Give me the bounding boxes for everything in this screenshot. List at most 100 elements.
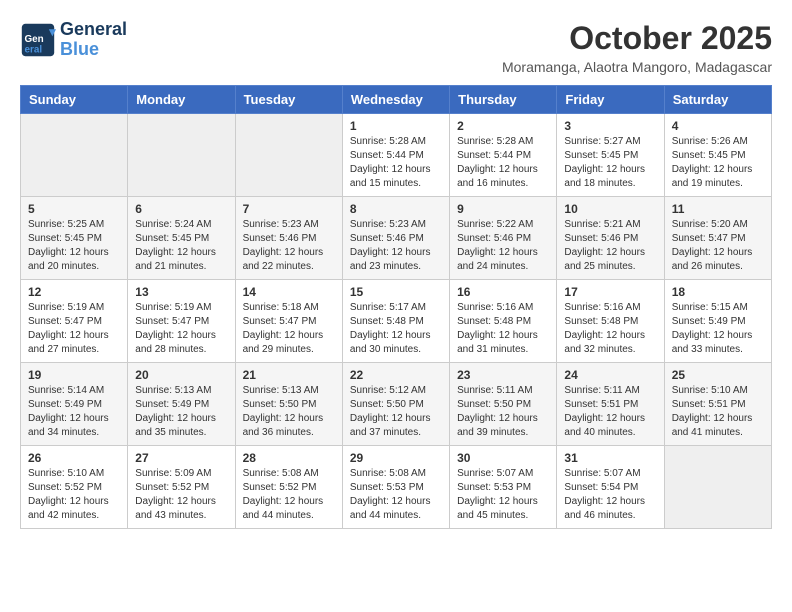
calendar-cell: 27 Sunrise: 5:09 AM Sunset: 5:52 PM Dayli…: [128, 446, 235, 529]
day-info: Sunrise: 5:08 AM Sunset: 5:53 PM Dayligh…: [350, 467, 442, 523]
day-info: Sunrise: 5:21 AM Sunset: 5:46 PM Dayligh…: [564, 218, 656, 274]
calendar-cell: 30 Sunrise: 5:07 AM Sunset: 5:53 PM Dayli…: [450, 446, 557, 529]
day-info: Sunrise: 5:24 AM Sunset: 5:45 PM Dayligh…: [135, 218, 227, 274]
day-number: 2: [457, 119, 549, 133]
logo-line2: Blue: [60, 40, 127, 60]
day-number: 3: [564, 119, 656, 133]
day-info: Sunrise: 5:20 AM Sunset: 5:47 PM Dayligh…: [672, 218, 764, 274]
calendar-cell: 7 Sunrise: 5:23 AM Sunset: 5:46 PM Daylig…: [235, 197, 342, 280]
day-info: Sunrise: 5:13 AM Sunset: 5:49 PM Dayligh…: [135, 384, 227, 440]
logo: Gen eral General Blue: [20, 20, 127, 60]
day-number: 27: [135, 451, 227, 465]
day-info: Sunrise: 5:13 AM Sunset: 5:50 PM Dayligh…: [243, 384, 335, 440]
calendar-week-4: 19 Sunrise: 5:14 AM Sunset: 5:49 PM Dayli…: [21, 363, 772, 446]
day-number: 16: [457, 285, 549, 299]
weekday-header-wednesday: Wednesday: [342, 86, 449, 114]
weekday-header-sunday: Sunday: [21, 86, 128, 114]
day-number: 18: [672, 285, 764, 299]
calendar-body: 1 Sunrise: 5:28 AM Sunset: 5:44 PM Daylig…: [21, 114, 772, 529]
weekday-header-monday: Monday: [128, 86, 235, 114]
calendar-week-2: 5Sunrise: 5:25 AM Sunset: 5:45 PM Daylig…: [21, 197, 772, 280]
day-number: 22: [350, 368, 442, 382]
calendar-cell: 12Sunrise: 5:19 AM Sunset: 5:47 PM Dayli…: [21, 280, 128, 363]
calendar-cell: [664, 446, 771, 529]
calendar-cell: 11 Sunrise: 5:20 AM Sunset: 5:47 PM Dayli…: [664, 197, 771, 280]
calendar-cell: 16Sunrise: 5:16 AM Sunset: 5:48 PM Dayli…: [450, 280, 557, 363]
day-info: Sunrise: 5:14 AM Sunset: 5:49 PM Dayligh…: [28, 384, 120, 440]
weekday-header-tuesday: Tuesday: [235, 86, 342, 114]
day-info: Sunrise: 5:19 AM Sunset: 5:47 PM Dayligh…: [28, 301, 120, 357]
day-info: Sunrise: 5:26 AM Sunset: 5:45 PM Dayligh…: [672, 135, 764, 191]
day-info: Sunrise: 5:10 AM Sunset: 5:51 PM Dayligh…: [672, 384, 764, 440]
weekday-header-saturday: Saturday: [664, 86, 771, 114]
calendar-cell: 31Sunrise: 5:07 AM Sunset: 5:54 PM Dayli…: [557, 446, 664, 529]
day-number: 14: [243, 285, 335, 299]
calendar-cell: 6 Sunrise: 5:24 AM Sunset: 5:45 PM Daylig…: [128, 197, 235, 280]
weekday-header-row: SundayMondayTuesdayWednesdayThursdayFrid…: [21, 86, 772, 114]
calendar-table: SundayMondayTuesdayWednesdayThursdayFrid…: [20, 85, 772, 529]
day-number: 29: [350, 451, 442, 465]
day-info: Sunrise: 5:18 AM Sunset: 5:47 PM Dayligh…: [243, 301, 335, 357]
day-number: 17: [564, 285, 656, 299]
calendar-week-1: 1 Sunrise: 5:28 AM Sunset: 5:44 PM Daylig…: [21, 114, 772, 197]
calendar-cell: 21Sunrise: 5:13 AM Sunset: 5:50 PM Dayli…: [235, 363, 342, 446]
day-number: 5: [28, 202, 120, 216]
svg-text:Gen: Gen: [25, 34, 44, 45]
day-info: Sunrise: 5:27 AM Sunset: 5:45 PM Dayligh…: [564, 135, 656, 191]
calendar-cell: 8 Sunrise: 5:23 AM Sunset: 5:46 PM Daylig…: [342, 197, 449, 280]
calendar-cell: 25 Sunrise: 5:10 AM Sunset: 5:51 PM Dayli…: [664, 363, 771, 446]
calendar-cell: 24Sunrise: 5:11 AM Sunset: 5:51 PM Dayli…: [557, 363, 664, 446]
calendar-cell: 29 Sunrise: 5:08 AM Sunset: 5:53 PM Dayli…: [342, 446, 449, 529]
calendar-cell: [235, 114, 342, 197]
day-info: Sunrise: 5:10 AM Sunset: 5:52 PM Dayligh…: [28, 467, 120, 523]
calendar-cell: 14 Sunrise: 5:18 AM Sunset: 5:47 PM Dayli…: [235, 280, 342, 363]
weekday-header-friday: Friday: [557, 86, 664, 114]
day-info: Sunrise: 5:07 AM Sunset: 5:53 PM Dayligh…: [457, 467, 549, 523]
calendar-cell: 3 Sunrise: 5:27 AM Sunset: 5:45 PM Daylig…: [557, 114, 664, 197]
calendar-cell: 1 Sunrise: 5:28 AM Sunset: 5:44 PM Daylig…: [342, 114, 449, 197]
calendar-week-5: 26 Sunrise: 5:10 AM Sunset: 5:52 PM Dayli…: [21, 446, 772, 529]
day-info: Sunrise: 5:16 AM Sunset: 5:48 PM Dayligh…: [564, 301, 656, 357]
calendar-week-3: 12Sunrise: 5:19 AM Sunset: 5:47 PM Dayli…: [21, 280, 772, 363]
day-number: 28: [243, 451, 335, 465]
day-number: 11: [672, 202, 764, 216]
svg-text:eral: eral: [25, 44, 43, 55]
day-number: 25: [672, 368, 764, 382]
day-number: 15: [350, 285, 442, 299]
day-number: 1: [350, 119, 442, 133]
calendar-cell: 10 Sunrise: 5:21 AM Sunset: 5:46 PM Dayli…: [557, 197, 664, 280]
calendar-cell: 28 Sunrise: 5:08 AM Sunset: 5:52 PM Dayli…: [235, 446, 342, 529]
day-number: 23: [457, 368, 549, 382]
day-info: Sunrise: 5:28 AM Sunset: 5:44 PM Dayligh…: [350, 135, 442, 191]
day-info: Sunrise: 5:23 AM Sunset: 5:46 PM Dayligh…: [350, 218, 442, 274]
day-number: 8: [350, 202, 442, 216]
day-info: Sunrise: 5:07 AM Sunset: 5:54 PM Dayligh…: [564, 467, 656, 523]
calendar-cell: 13 Sunrise: 5:19 AM Sunset: 5:47 PM Dayli…: [128, 280, 235, 363]
day-info: Sunrise: 5:11 AM Sunset: 5:50 PM Dayligh…: [457, 384, 549, 440]
day-number: 6: [135, 202, 227, 216]
day-info: Sunrise: 5:11 AM Sunset: 5:51 PM Dayligh…: [564, 384, 656, 440]
day-info: Sunrise: 5:09 AM Sunset: 5:52 PM Dayligh…: [135, 467, 227, 523]
calendar-cell: 2 Sunrise: 5:28 AM Sunset: 5:44 PM Daylig…: [450, 114, 557, 197]
day-info: Sunrise: 5:08 AM Sunset: 5:52 PM Dayligh…: [243, 467, 335, 523]
calendar-header: SundayMondayTuesdayWednesdayThursdayFrid…: [21, 86, 772, 114]
day-number: 10: [564, 202, 656, 216]
logo-icon: Gen eral: [20, 22, 56, 58]
month-title: October 2025: [502, 20, 772, 57]
title-section: October 2025 Moramanga, Alaotra Mangoro,…: [502, 20, 772, 75]
calendar-cell: 4Sunrise: 5:26 AM Sunset: 5:45 PM Daylig…: [664, 114, 771, 197]
day-number: 20: [135, 368, 227, 382]
day-number: 26: [28, 451, 120, 465]
day-info: Sunrise: 5:23 AM Sunset: 5:46 PM Dayligh…: [243, 218, 335, 274]
calendar-cell: 5Sunrise: 5:25 AM Sunset: 5:45 PM Daylig…: [21, 197, 128, 280]
day-number: 30: [457, 451, 549, 465]
calendar-cell: 18Sunrise: 5:15 AM Sunset: 5:49 PM Dayli…: [664, 280, 771, 363]
day-number: 19: [28, 368, 120, 382]
day-number: 7: [243, 202, 335, 216]
day-info: Sunrise: 5:19 AM Sunset: 5:47 PM Dayligh…: [135, 301, 227, 357]
calendar-cell: [128, 114, 235, 197]
logo-line1: General: [60, 20, 127, 40]
day-info: Sunrise: 5:28 AM Sunset: 5:44 PM Dayligh…: [457, 135, 549, 191]
day-number: 13: [135, 285, 227, 299]
location-subtitle: Moramanga, Alaotra Mangoro, Madagascar: [502, 59, 772, 75]
